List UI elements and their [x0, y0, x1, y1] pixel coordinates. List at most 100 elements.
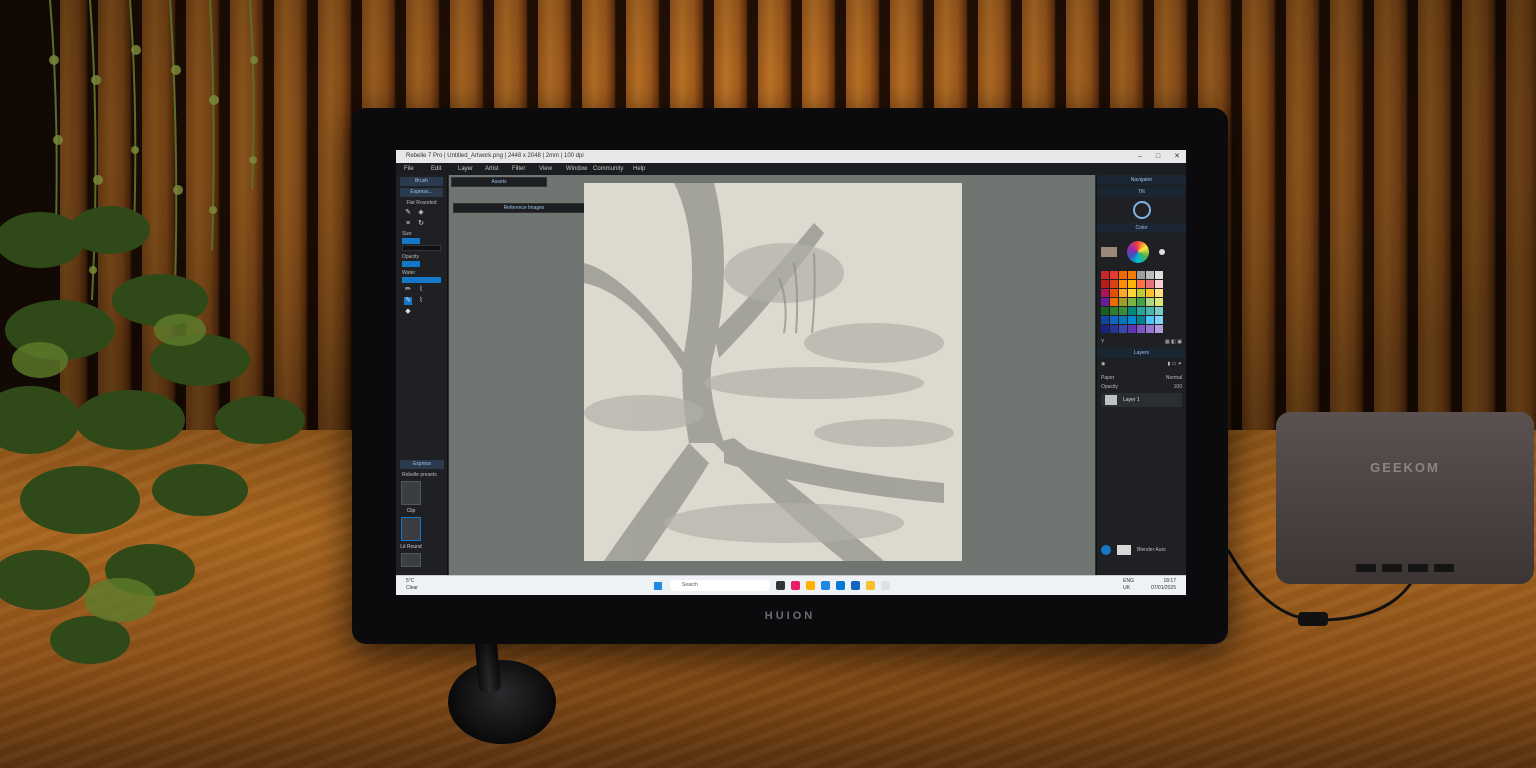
language-indicator[interactable]: ENG UK: [1123, 578, 1134, 592]
assets-panel[interactable]: Assets: [451, 177, 547, 187]
color-swatch[interactable]: [1110, 316, 1118, 324]
menu-window[interactable]: Window: [566, 163, 593, 175]
water-slider[interactable]: [402, 277, 441, 283]
tab-presets[interactable]: Express: [400, 460, 444, 469]
reference-images-panel[interactable]: Reference Images: [453, 203, 595, 213]
color-swatch[interactable]: [1146, 289, 1154, 297]
color-swatch[interactable]: [1146, 280, 1154, 288]
menu-layer[interactable]: Layer: [458, 163, 485, 175]
pencil-icon[interactable]: ✏: [404, 286, 412, 294]
menu-community[interactable]: Community: [593, 163, 633, 175]
app-icon[interactable]: [791, 581, 800, 590]
color-swatch[interactable]: [1110, 280, 1118, 288]
color-swatch[interactable]: [1110, 325, 1118, 333]
color-swatch[interactable]: [1101, 298, 1109, 306]
swatch-tools-icon[interactable]: ▦ ◧ ▣: [1165, 339, 1182, 345]
tilt-header[interactable]: Tilt: [1097, 187, 1186, 197]
preset-thumb[interactable]: [401, 481, 421, 505]
tab-brush[interactable]: Brush: [400, 177, 443, 186]
color-swatch[interactable]: [1128, 307, 1136, 315]
eraser-icon[interactable]: ◆: [404, 308, 412, 316]
tilt-widget[interactable]: [1097, 197, 1186, 223]
color-swatch[interactable]: [1137, 316, 1145, 324]
menu-edit[interactable]: Edit: [431, 163, 458, 175]
blender-swatch[interactable]: [1117, 545, 1131, 555]
color-swatch[interactable]: [1119, 289, 1127, 297]
color-swatch[interactable]: [1110, 307, 1118, 315]
visibility-icon[interactable]: ◉: [1101, 361, 1105, 367]
color-swatch[interactable]: [1155, 289, 1163, 297]
color-swatch[interactable]: [1155, 325, 1163, 333]
white-dot-icon[interactable]: [1159, 249, 1165, 255]
color-swatch[interactable]: [1101, 316, 1109, 324]
preset-thumb-selected[interactable]: [401, 517, 421, 541]
mail-icon[interactable]: [851, 581, 860, 590]
color-swatch[interactable]: [1137, 280, 1145, 288]
maximize-button[interactable]: □: [1156, 150, 1160, 163]
color-header[interactable]: Color: [1097, 223, 1186, 233]
color-swatch[interactable]: [1119, 307, 1127, 315]
layer-tools-icon[interactable]: ▮ ▭ ✦: [1168, 361, 1182, 367]
taskbar-search[interactable]: Search: [670, 580, 770, 591]
layer-item[interactable]: Layer 1: [1101, 393, 1182, 407]
presets-filter[interactable]: Rebelle presets: [402, 472, 442, 478]
menu-view[interactable]: View: [539, 163, 566, 175]
color-swatch[interactable]: [1137, 271, 1145, 279]
paint-tool-icon[interactable]: ✎: [404, 297, 412, 305]
list-icon[interactable]: ≡: [404, 220, 412, 228]
color-swatch[interactable]: [1128, 298, 1136, 306]
preset-thumb[interactable]: [401, 553, 421, 567]
color-swatch[interactable]: [1146, 325, 1154, 333]
color-swatch[interactable]: [1155, 307, 1163, 315]
blend-tool-icon[interactable]: ⌇: [417, 297, 425, 305]
color-swatch[interactable]: [1101, 271, 1109, 279]
color-swatch[interactable]: [1101, 280, 1109, 288]
color-swatch[interactable]: [1146, 298, 1154, 306]
color-swatch[interactable]: [1155, 316, 1163, 324]
blend-mode-select[interactable]: Normal: [1166, 375, 1182, 381]
color-swatch[interactable]: [1137, 298, 1145, 306]
color-swatch[interactable]: [1146, 316, 1154, 324]
outlook-icon[interactable]: [836, 581, 845, 590]
brush-tool-icon[interactable]: ✎: [404, 209, 412, 217]
color-swatch[interactable]: [1119, 280, 1127, 288]
color-swatch[interactable]: [1119, 271, 1127, 279]
branch-icon[interactable]: Y: [1101, 339, 1104, 345]
minimize-button[interactable]: –: [1138, 150, 1142, 163]
artwork-canvas[interactable]: [584, 183, 962, 561]
color-swatch[interactable]: [1137, 325, 1145, 333]
tab-express[interactable]: Express...: [400, 188, 443, 197]
close-button[interactable]: ✕: [1174, 150, 1180, 163]
blender-icon[interactable]: [1101, 545, 1111, 555]
task-view-icon[interactable]: [776, 581, 785, 590]
color-swatch[interactable]: [1119, 325, 1127, 333]
color-swatch[interactable]: [1128, 271, 1136, 279]
canvas-area[interactable]: Assets Reference Images: [449, 175, 1095, 575]
color-swatch[interactable]: [1110, 271, 1118, 279]
edge-icon[interactable]: [821, 581, 830, 590]
color-swatch[interactable]: [1155, 298, 1163, 306]
refresh-icon[interactable]: ↻: [417, 220, 425, 228]
color-swatch[interactable]: [1110, 289, 1118, 297]
color-swatch[interactable]: [1137, 289, 1145, 297]
file-explorer-icon[interactable]: [806, 581, 815, 590]
color-swatch[interactable]: [1119, 316, 1127, 324]
color-swatch[interactable]: [1110, 298, 1118, 306]
rebelle-icon[interactable]: [881, 581, 890, 590]
color-swatch[interactable]: [1137, 307, 1145, 315]
color-swatch[interactable]: [1128, 325, 1136, 333]
color-swatch[interactable]: [1101, 307, 1109, 315]
start-button[interactable]: [654, 582, 662, 590]
color-swatch[interactable]: [1101, 289, 1109, 297]
chrome-icon[interactable]: [866, 581, 875, 590]
shape-tool-icon[interactable]: ◈: [417, 209, 425, 217]
menu-filter[interactable]: Filter: [512, 163, 539, 175]
size-slider[interactable]: [402, 238, 420, 244]
color-swatch[interactable]: [1119, 298, 1127, 306]
layer-opacity-value[interactable]: 100: [1174, 384, 1182, 390]
color-swatch[interactable]: [1155, 271, 1163, 279]
dropper-icon[interactable]: ⌇: [417, 286, 425, 294]
color-swatch[interactable]: [1101, 325, 1109, 333]
color-swatch[interactable]: [1128, 280, 1136, 288]
weather-widget[interactable]: 5°C Clear: [406, 578, 418, 592]
